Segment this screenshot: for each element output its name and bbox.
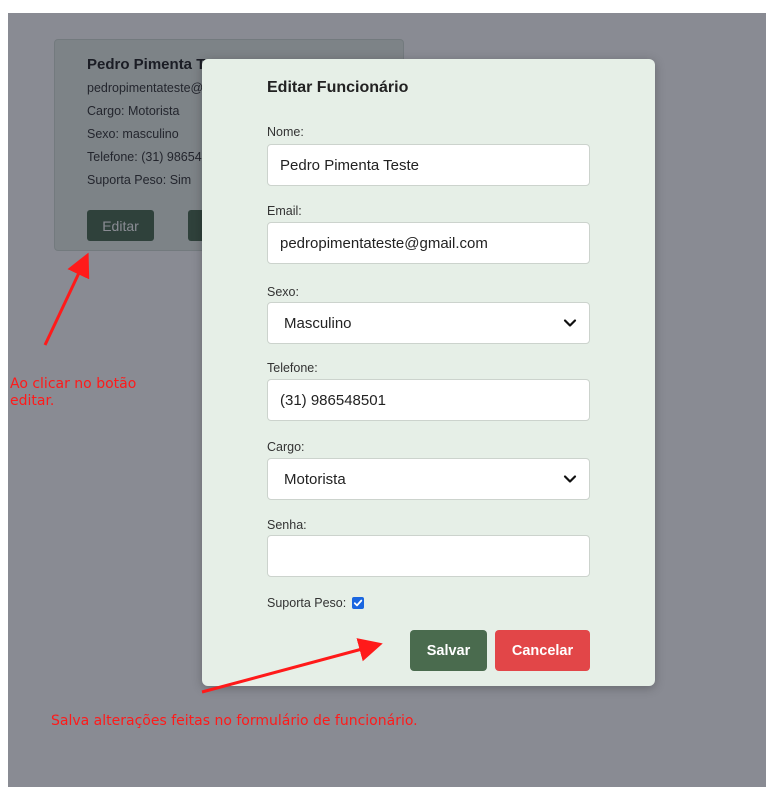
modal-title: Editar Funcionário [267, 79, 409, 96]
suporta-peso-checkbox[interactable] [352, 597, 365, 609]
email-input[interactable]: pedropimentateste@gmail.com [267, 222, 590, 264]
cargo-label: Cargo: [267, 440, 305, 454]
cancel-button[interactable]: Cancelar [495, 630, 590, 671]
senha-label: Senha: [267, 518, 307, 532]
save-annotation: Salva alterações feitas no formulário de… [51, 713, 418, 729]
nome-input[interactable]: Pedro Pimenta Teste [267, 144, 590, 186]
sexo-select-value: Masculino [284, 314, 352, 332]
nome-input-value: Pedro Pimenta Teste [280, 156, 419, 174]
chevron-down-icon [563, 475, 577, 483]
email-input-value: pedropimentateste@gmail.com [280, 234, 488, 252]
sexo-label: Sexo: [267, 285, 299, 299]
edit-annotation-line1: Ao clicar no botão [10, 376, 137, 392]
chevron-down-icon [563, 319, 577, 327]
edit-annotation: Ao clicar no botão editar. [10, 376, 136, 410]
email-label: Email: [267, 204, 302, 218]
save-button[interactable]: Salvar [410, 630, 487, 671]
edit-employee-modal: Editar Funcionário Nome: Pedro Pimenta T… [202, 59, 655, 686]
cargo-select[interactable]: Motorista [267, 458, 590, 500]
telefone-input[interactable]: (31) 986548501 [267, 379, 590, 421]
telefone-input-value: (31) 986548501 [280, 391, 386, 409]
check-icon [354, 599, 363, 607]
nome-label: Nome: [267, 125, 304, 139]
edit-annotation-line2: editar. [10, 393, 55, 409]
senha-input[interactable] [267, 535, 590, 577]
telefone-label: Telefone: [267, 361, 318, 375]
suporta-peso-label: Suporta Peso: [267, 596, 347, 610]
cargo-select-value: Motorista [284, 470, 346, 488]
suporta-peso-row: Suporta Peso: [267, 596, 365, 610]
sexo-select[interactable]: Masculino [267, 302, 590, 344]
